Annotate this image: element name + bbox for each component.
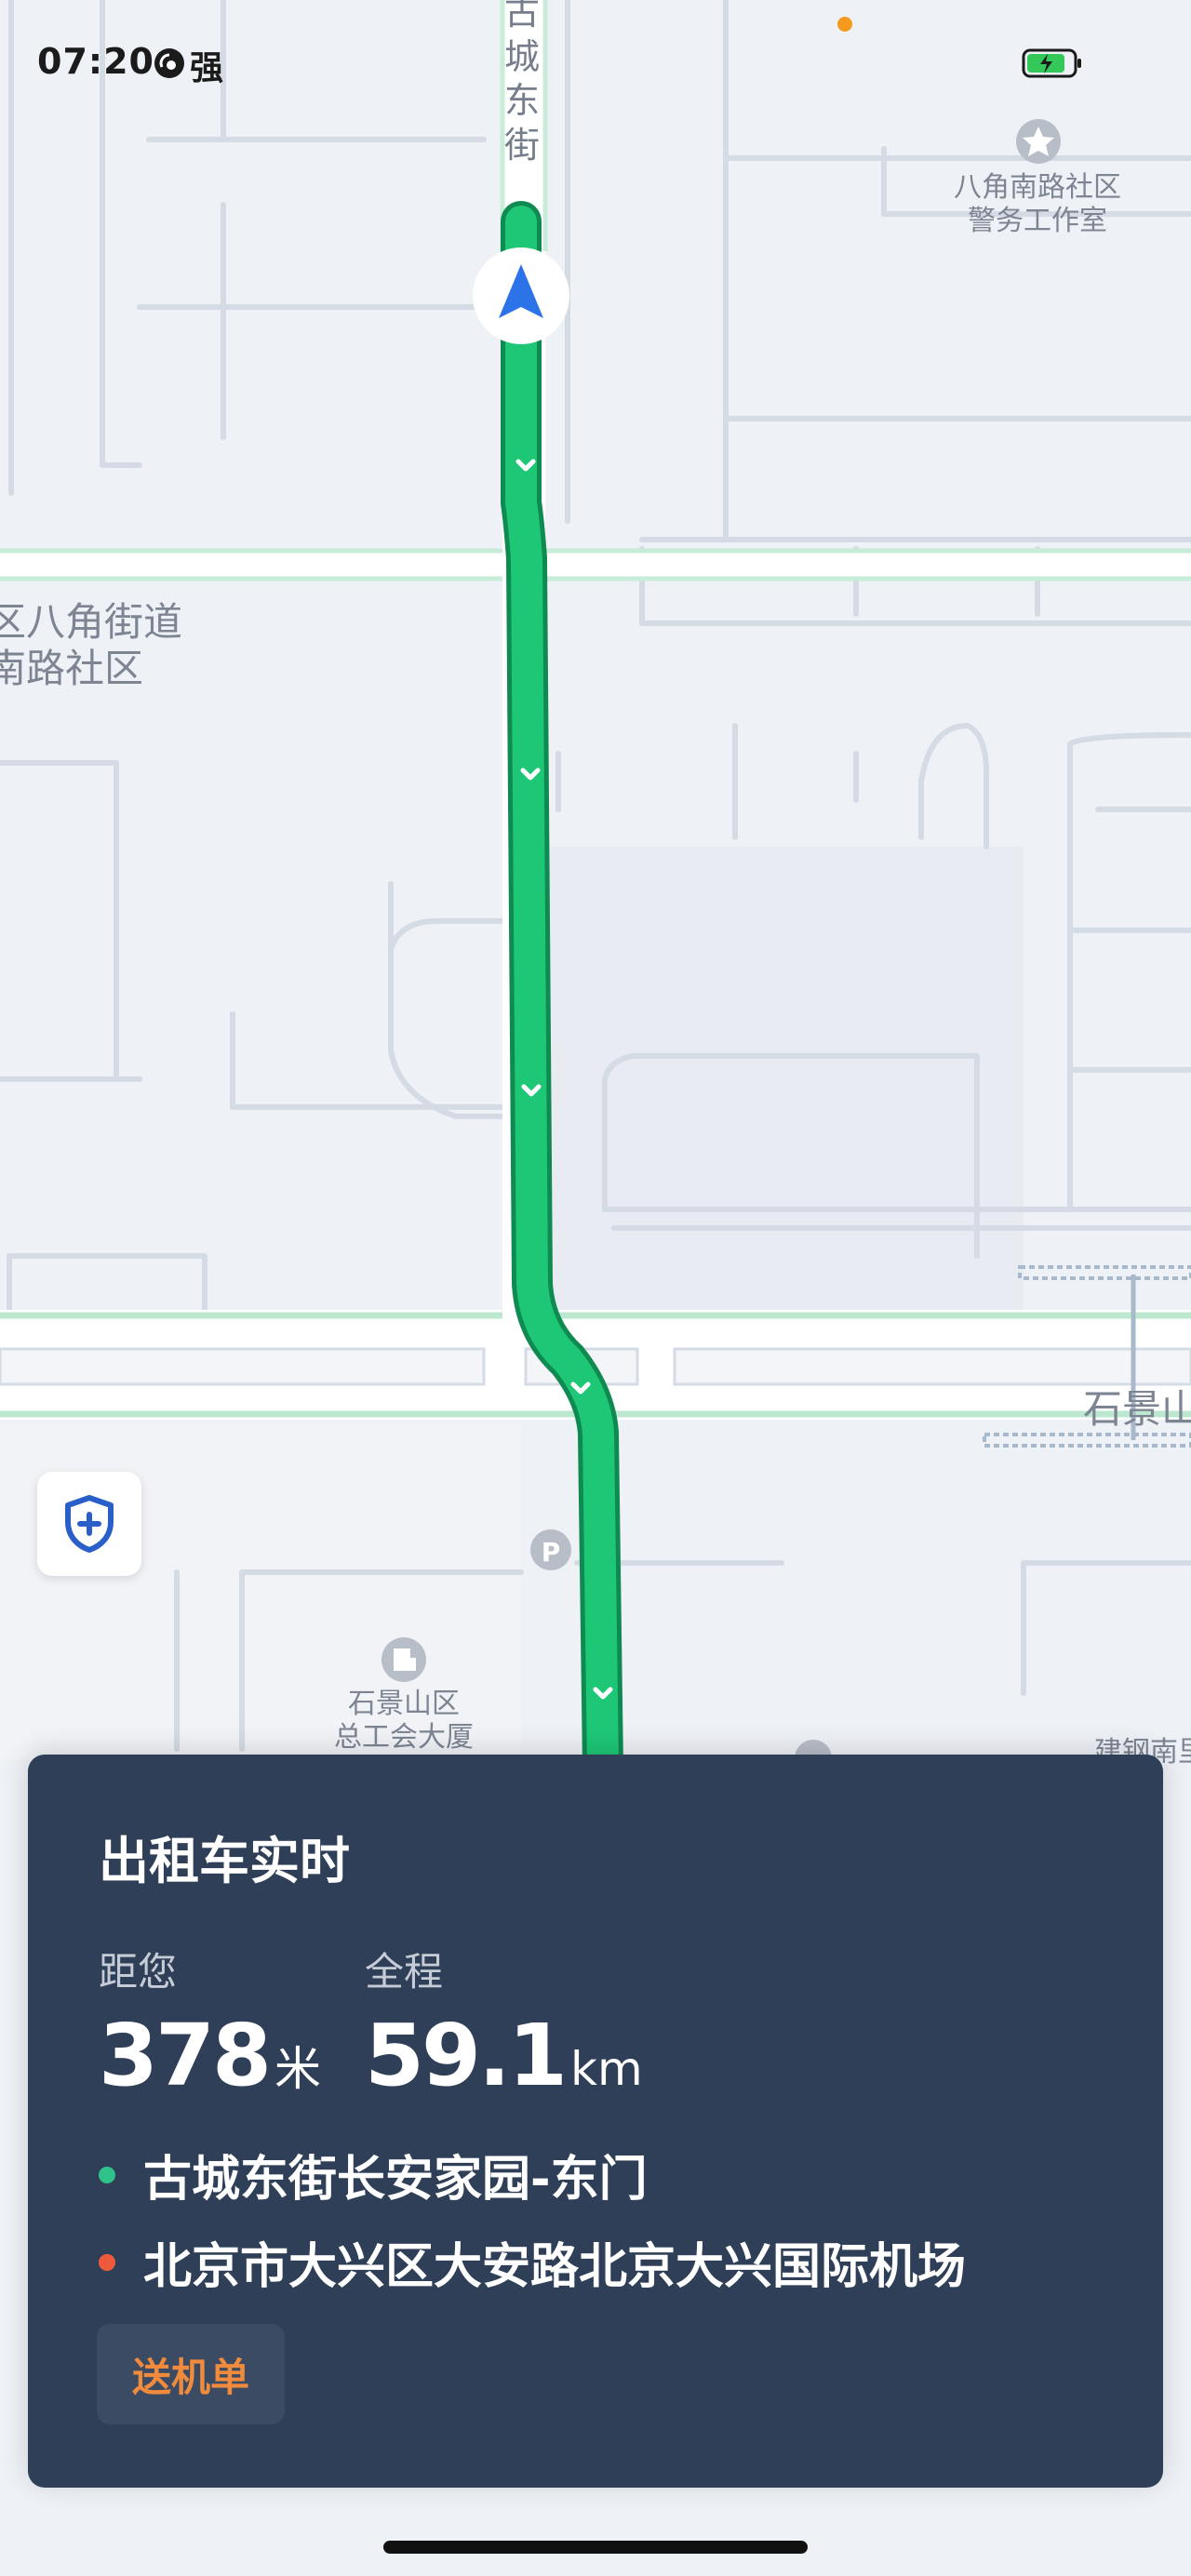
destination-dot-icon <box>99 2253 115 2271</box>
battery-charging-icon <box>1022 48 1081 78</box>
poi-label-union: 石景山区 总工会大厦 <box>334 1688 474 1754</box>
shield-plus-icon <box>65 1495 114 1553</box>
total-number: 59.1 <box>365 2006 568 2105</box>
route-destination: 北京市大兴区大安路北京大兴国际机场 <box>99 2227 966 2297</box>
poi-label-police: 八角南路社区 警务工作室 <box>954 171 1121 237</box>
status-time: 07:20 <box>37 41 154 82</box>
card-title: 出租车实时 <box>99 1832 350 1890</box>
order-type-tag: 送机单 <box>97 2324 285 2424</box>
distance-number: 378 <box>99 2006 272 2105</box>
poi-label-community: 区八角街道 南路社区 <box>0 599 183 692</box>
distance-value: 378 米 <box>99 2006 321 2105</box>
police-star-icon <box>1016 119 1061 164</box>
route-origin: 古城东街长安家园-东门 <box>99 2140 648 2209</box>
parking-icon: P <box>530 1529 571 1570</box>
street-label: 古城东街 <box>503 0 540 166</box>
origin-text: 古城东街长安家园-东门 <box>143 2152 648 2208</box>
destination-text: 北京市大兴区大安路北京大兴国际机场 <box>143 2239 967 2295</box>
order-card[interactable]: 出租车实时 距您 378 米 全程 59.1 km 古城东街长安家园-东门 北京… <box>28 1755 1163 2488</box>
svg-text:P: P <box>542 1537 561 1568</box>
building-icon <box>381 1637 426 1682</box>
total-label: 全程 <box>365 1949 444 1995</box>
total-unit: km <box>570 2042 643 2096</box>
distance-label: 距您 <box>99 1949 178 1995</box>
distance-unit: 米 <box>274 2042 322 2096</box>
status-carrier: 强 <box>190 49 224 87</box>
poi-label-station: 石景山 <box>1083 1386 1191 1432</box>
hd-signal-icon <box>154 48 184 78</box>
vehicle-position-icon <box>473 247 569 344</box>
home-indicator[interactable] <box>383 2541 808 2554</box>
safety-shield-button[interactable] <box>37 1472 141 1576</box>
total-value: 59.1 km <box>365 2006 643 2105</box>
origin-dot-icon <box>99 2166 115 2183</box>
poi-dot <box>837 17 852 32</box>
